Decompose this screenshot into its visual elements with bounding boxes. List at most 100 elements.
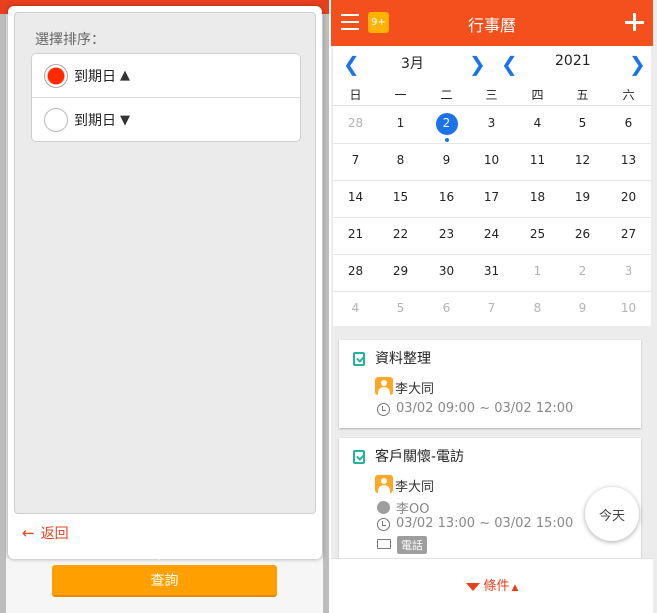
funnel-icon (465, 582, 480, 591)
backdrop-left (0, 14, 6, 613)
grid-divider (333, 254, 651, 255)
clock-icon (377, 518, 390, 531)
event-card[interactable]: 資料整理 李大同 03/02 09:00 ~ 03/02 12:00 (339, 340, 641, 428)
next-year-icon[interactable]: ❯ (629, 52, 646, 76)
calendar-day[interactable]: 10 (469, 153, 514, 167)
calendar-day[interactable]: 2 (560, 264, 605, 278)
sort-option-due-asc[interactable]: 到期日 ▲ (32, 54, 300, 98)
calendar-day[interactable]: 1 (378, 116, 423, 130)
calendar-day[interactable]: 14 (333, 190, 378, 204)
calendar: ❮ 3月 ❯ ❮ 2021 ❯ 日一二三四五六 28 1 2 3 4 5 6 7 8 9 10 11 1… (333, 46, 651, 326)
calendar-day[interactable]: 6 (424, 301, 469, 315)
calendar-day[interactable]: 10 (606, 301, 651, 315)
calendar-day[interactable]: 16 (424, 190, 469, 204)
event-contact: 李OO (396, 502, 430, 517)
weekday-header: 日一二三四五六 (333, 82, 651, 106)
month-label: 3月 (401, 56, 424, 72)
calendar-day-selected[interactable]: 2 (424, 116, 469, 130)
back-button[interactable]: ← 返回 (22, 523, 69, 543)
event-owner: 李大同 (395, 480, 435, 495)
event-time: 03/02 13:00 ~ 03/02 15:00 (396, 516, 574, 531)
sort-popup-body: 選擇排序： 到期日 ▲ 到期日 ▼ (14, 12, 316, 514)
filter-label: 條件 (483, 579, 510, 594)
filter-button[interactable]: 條件 ▲ (331, 575, 653, 594)
year-label: 2021 (555, 53, 591, 69)
weekday-label: 六 (622, 88, 635, 102)
calendar-day[interactable]: 8 (515, 301, 560, 315)
calendar-day[interactable]: 3 (606, 264, 651, 278)
grid-divider (333, 143, 651, 144)
event-dot-indicator (444, 138, 449, 142)
triangle-down-icon: ▼ (120, 112, 130, 128)
calendar-day[interactable]: 3 (469, 116, 514, 130)
event-title: 客戶關懷-電訪 (375, 449, 465, 465)
prev-year-icon[interactable]: ❮ (501, 52, 518, 76)
calendar-day[interactable]: 17 (469, 190, 514, 204)
event-title: 資料整理 (375, 351, 431, 367)
calendar-day[interactable]: 22 (378, 227, 423, 241)
calendar-day[interactable]: 18 (515, 190, 560, 204)
radio-unselected-icon[interactable] (44, 108, 68, 132)
event-time: 03/02 09:00 ~ 03/02 12:00 (396, 401, 574, 416)
calendar-day[interactable]: 4 (515, 116, 560, 130)
next-month-icon[interactable]: ❯ (469, 52, 486, 76)
calendar-day[interactable]: 24 (469, 227, 514, 241)
arrow-left-icon: ← (22, 524, 35, 542)
calendar-day[interactable]: 21 (333, 227, 378, 241)
calendar-day[interactable]: 9 (424, 153, 469, 167)
calendar-day[interactable]: 30 (424, 264, 469, 278)
sort-panel-pane: 選擇排序： 到期日 ▲ 到期日 ▼ ← 返回 查詢 (0, 0, 329, 613)
calendar-day[interactable]: 26 (560, 227, 605, 241)
query-button[interactable]: 查詢 (52, 565, 277, 597)
calendar-day[interactable]: 7 (333, 153, 378, 167)
sort-popup: 選擇排序： 到期日 ▲ 到期日 ▼ ← 返回 (8, 6, 322, 559)
radio-selected-icon[interactable] (44, 63, 68, 88)
task-check-icon (353, 450, 365, 464)
filter-bar: 條件 ▲ (331, 558, 653, 613)
calendar-day[interactable]: 20 (606, 190, 651, 204)
calendar-day[interactable]: 29 (378, 264, 423, 278)
add-icon[interactable] (625, 12, 644, 32)
calendar-day[interactable]: 27 (606, 227, 651, 241)
calendar-day[interactable]: 6 (606, 116, 651, 130)
weekday-label: 三 (485, 88, 498, 102)
calendar-day[interactable]: 4 (333, 301, 378, 315)
clock-icon (377, 403, 390, 416)
person-icon (375, 377, 393, 395)
sort-option-due-desc[interactable]: 到期日 ▼ (32, 98, 300, 142)
calendar-day[interactable]: 9 (560, 301, 605, 315)
weekday-label: 一 (394, 88, 407, 102)
weekday-label: 日 (349, 88, 362, 102)
grid-divider (333, 291, 651, 292)
folder-icon (377, 539, 391, 549)
popup-pointer (151, 551, 167, 560)
sort-label: 選擇排序： (35, 32, 105, 48)
caret-up-icon: ▲ (511, 583, 519, 593)
task-check-icon (353, 352, 365, 366)
calendar-day[interactable]: 19 (560, 190, 605, 204)
calendar-day[interactable]: 1 (515, 264, 560, 278)
weekday-label: 二 (440, 88, 453, 102)
app-header: 9+ 行事曆 (331, 0, 653, 46)
calendar-day[interactable]: 5 (560, 116, 605, 130)
calendar-day[interactable]: 23 (424, 227, 469, 241)
calendar-day[interactable]: 5 (378, 301, 423, 315)
calendar-day[interactable]: 13 (606, 153, 651, 167)
prev-month-icon[interactable]: ❮ (343, 52, 360, 76)
calendar-day[interactable]: 15 (378, 190, 423, 204)
calendar-day[interactable]: 8 (378, 153, 423, 167)
calendar-day[interactable]: 12 (560, 153, 605, 167)
grid-divider (333, 180, 651, 181)
event-tag: 電話 (397, 536, 427, 554)
calendar-day[interactable]: 11 (515, 153, 560, 167)
calendar-day[interactable]: 7 (469, 301, 514, 315)
calendar-day[interactable]: 25 (515, 227, 560, 241)
back-label: 返回 (40, 526, 69, 542)
sort-options: 到期日 ▲ 到期日 ▼ (31, 53, 301, 142)
calendar-day[interactable]: 31 (469, 264, 514, 278)
sort-option-label: 到期日 (74, 113, 116, 129)
today-button[interactable]: 今天 (585, 487, 639, 541)
page-title: 行事曆 (467, 16, 516, 35)
calendar-day[interactable]: 28 (333, 116, 378, 130)
calendar-day[interactable]: 28 (333, 264, 378, 278)
